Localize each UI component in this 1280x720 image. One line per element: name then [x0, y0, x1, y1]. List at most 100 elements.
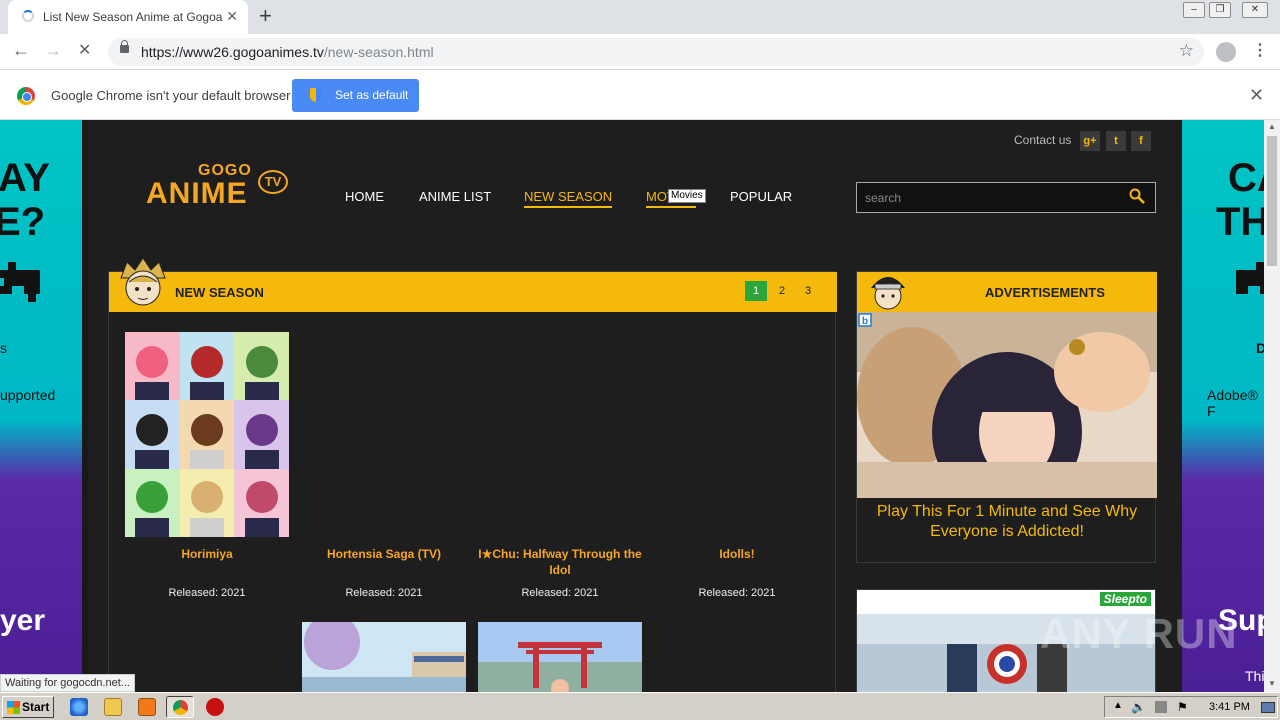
sponsor-logo: Sleepto	[1099, 592, 1151, 606]
minimize-button[interactable]: –	[1183, 2, 1205, 18]
set-default-button[interactable]: Set as default	[292, 79, 419, 112]
tray-expand-icon[interactable]: ▲	[1113, 700, 1123, 711]
character-avatar-icon	[120, 257, 166, 306]
right-ad-small1: D	[1256, 340, 1264, 356]
opera-icon[interactable]	[206, 698, 224, 716]
advertisements-title: ADVERTISEMENTS	[985, 285, 1105, 300]
left-ad-small2: upported	[0, 387, 56, 403]
set-default-label: Set as default	[335, 88, 409, 102]
anime-title[interactable]: Idolls!	[655, 546, 819, 562]
volume-icon[interactable]: 🔈	[1131, 700, 1146, 714]
stop-button[interactable]: ✕	[78, 40, 91, 60]
window-close-button[interactable]: ✕	[1242, 2, 1268, 18]
release-year: Released: 2021	[168, 587, 246, 599]
space-invader-icon	[0, 262, 40, 302]
scrollbar-thumb[interactable]	[1267, 136, 1277, 266]
logo-tv: TV	[258, 170, 288, 194]
site-logo[interactable]: GOGO ANIME TV	[146, 162, 291, 222]
nav-anime-list[interactable]: ANIME LIST	[419, 189, 491, 204]
web-page: AY E? s upported yer Contact us g+ t f G…	[0, 120, 1264, 692]
contact-link[interactable]: Contact us	[1014, 133, 1071, 147]
bookmark-star-icon[interactable]: ☆	[1179, 41, 1194, 61]
internet-explorer-icon[interactable]	[70, 698, 88, 716]
facebook-icon[interactable]: f	[1131, 131, 1151, 151]
chrome-menu-icon[interactable]: ⋮	[1252, 40, 1268, 60]
shield-icon	[310, 88, 322, 102]
url-text: https://www26.gogoanimes.tv/new-season.h…	[141, 44, 434, 60]
left-ad-small1: s	[0, 340, 7, 356]
forward-button[interactable]: →	[44, 40, 62, 61]
release-year: Released: 2021	[698, 587, 776, 599]
nav-popular[interactable]: POPULAR	[730, 189, 792, 204]
anime-title[interactable]: I★Chu: Halfway Through the Idol	[478, 546, 642, 578]
search-icon[interactable]	[1129, 188, 1145, 204]
anime-cover-image[interactable]	[478, 622, 642, 692]
restore-button[interactable]: ❐	[1209, 2, 1231, 18]
google-plus-icon[interactable]: g+	[1080, 131, 1100, 151]
release-year: Released: 2021	[345, 587, 423, 599]
system-tray: ▲ 🔈 ⚑ 3:41 PM	[1104, 696, 1278, 718]
right-ad-line1: CA	[1228, 156, 1264, 200]
scroll-down-icon[interactable]: ▼	[1268, 679, 1276, 688]
clock[interactable]: 3:41 PM	[1209, 701, 1250, 713]
anime-cover-image[interactable]	[302, 622, 466, 692]
nav-home[interactable]: HOME	[345, 189, 384, 204]
flag-icon[interactable]: ⚑	[1177, 700, 1188, 714]
search-input[interactable]	[865, 189, 1115, 207]
left-side-ad[interactable]: AY E? s upported yer	[0, 120, 82, 692]
windows-taskbar: Start ▲ 🔈 ⚑ 3:41 PM	[0, 692, 1280, 720]
right-ad-line2: TH	[1216, 200, 1264, 244]
main-content: Contact us g+ t f GOGO ANIME TV HOME ANI…	[88, 120, 1182, 692]
chrome-taskbar-button[interactable]	[166, 696, 194, 718]
anime-cover-image[interactable]	[125, 332, 289, 537]
infobar-close-icon[interactable]: ✕	[1249, 85, 1264, 106]
new-season-panel: NEW SEASON 1 2 3 Horimiya Released: 2021…	[108, 257, 837, 692]
logo-anime: ANIME	[146, 177, 248, 210]
page-2-button[interactable]: 2	[771, 281, 793, 301]
address-bar[interactable]: https://www26.gogoanimes.tv/new-season.h…	[108, 38, 1204, 66]
release-year: Released: 2021	[521, 587, 599, 599]
infobar-message: Google Chrome isn't your default browser	[51, 88, 291, 103]
advertisements-header: ADVERTISEMENTS	[857, 272, 1157, 312]
browser-toolbar: ← → ✕ https://www26.gogoanimes.tv/new-se…	[0, 34, 1280, 70]
start-button[interactable]: Start	[2, 696, 54, 718]
chrome-logo-icon	[17, 87, 35, 105]
anime-title[interactable]: Horimiya	[125, 546, 289, 562]
nav-new-season[interactable]: NEW SEASON	[524, 189, 613, 208]
tab-strip: List New Season Anime at Gogoanime ✕ + –…	[0, 0, 1280, 34]
new-tab-button[interactable]: +	[259, 4, 272, 28]
windows-logo-icon	[7, 701, 20, 714]
tab-title: List New Season Anime at Gogoanime	[43, 10, 223, 24]
page-3-button[interactable]: 3	[797, 281, 819, 301]
right-ad-small2: Adobe® F	[1207, 387, 1258, 419]
page-1-button[interactable]: 1	[745, 281, 767, 301]
media-player-icon[interactable]	[138, 698, 156, 716]
back-button[interactable]: ←	[12, 40, 30, 61]
anime-title[interactable]: Hortensia Saga (TV)	[302, 546, 466, 562]
anyrun-watermark: ANY RUN	[1040, 610, 1238, 657]
tab-close-icon[interactable]: ✕	[226, 8, 238, 25]
browser-tab[interactable]: List New Season Anime at Gogoanime ✕	[8, 0, 248, 34]
advertisement-panel: ADVERTISEMENTS b Play This For 1 Minute …	[856, 271, 1157, 563]
show-desktop-icon[interactable]	[1261, 702, 1275, 713]
left-ad-line1: AY	[0, 156, 50, 200]
ad-caption[interactable]: Play This For 1 Minute and See Why Every…	[865, 502, 1149, 542]
profile-avatar-icon[interactable]	[1216, 42, 1236, 62]
svg-text:b: b	[862, 316, 868, 327]
loading-spinner-icon	[22, 10, 34, 22]
network-icon[interactable]	[1155, 701, 1167, 713]
status-bubble: Waiting for gogocdn.net...	[0, 674, 135, 692]
page-scrollbar[interactable]: ▲ ▼	[1264, 120, 1280, 692]
folder-icon[interactable]	[104, 698, 122, 716]
twitter-icon[interactable]: t	[1106, 131, 1126, 151]
movies-tooltip: Movies	[668, 189, 706, 203]
search-box	[856, 182, 1156, 213]
right-side-ad[interactable]: CA TH D Adobe® F Sup Thi	[1182, 120, 1264, 692]
character-avatar-icon	[871, 277, 905, 310]
scroll-up-icon[interactable]: ▲	[1268, 122, 1276, 131]
lock-icon	[120, 40, 129, 53]
advertisement-image[interactable]: b	[857, 312, 1157, 498]
space-invader-icon	[1236, 262, 1264, 294]
new-season-title: NEW SEASON	[175, 285, 264, 300]
start-label: Start	[22, 700, 50, 714]
